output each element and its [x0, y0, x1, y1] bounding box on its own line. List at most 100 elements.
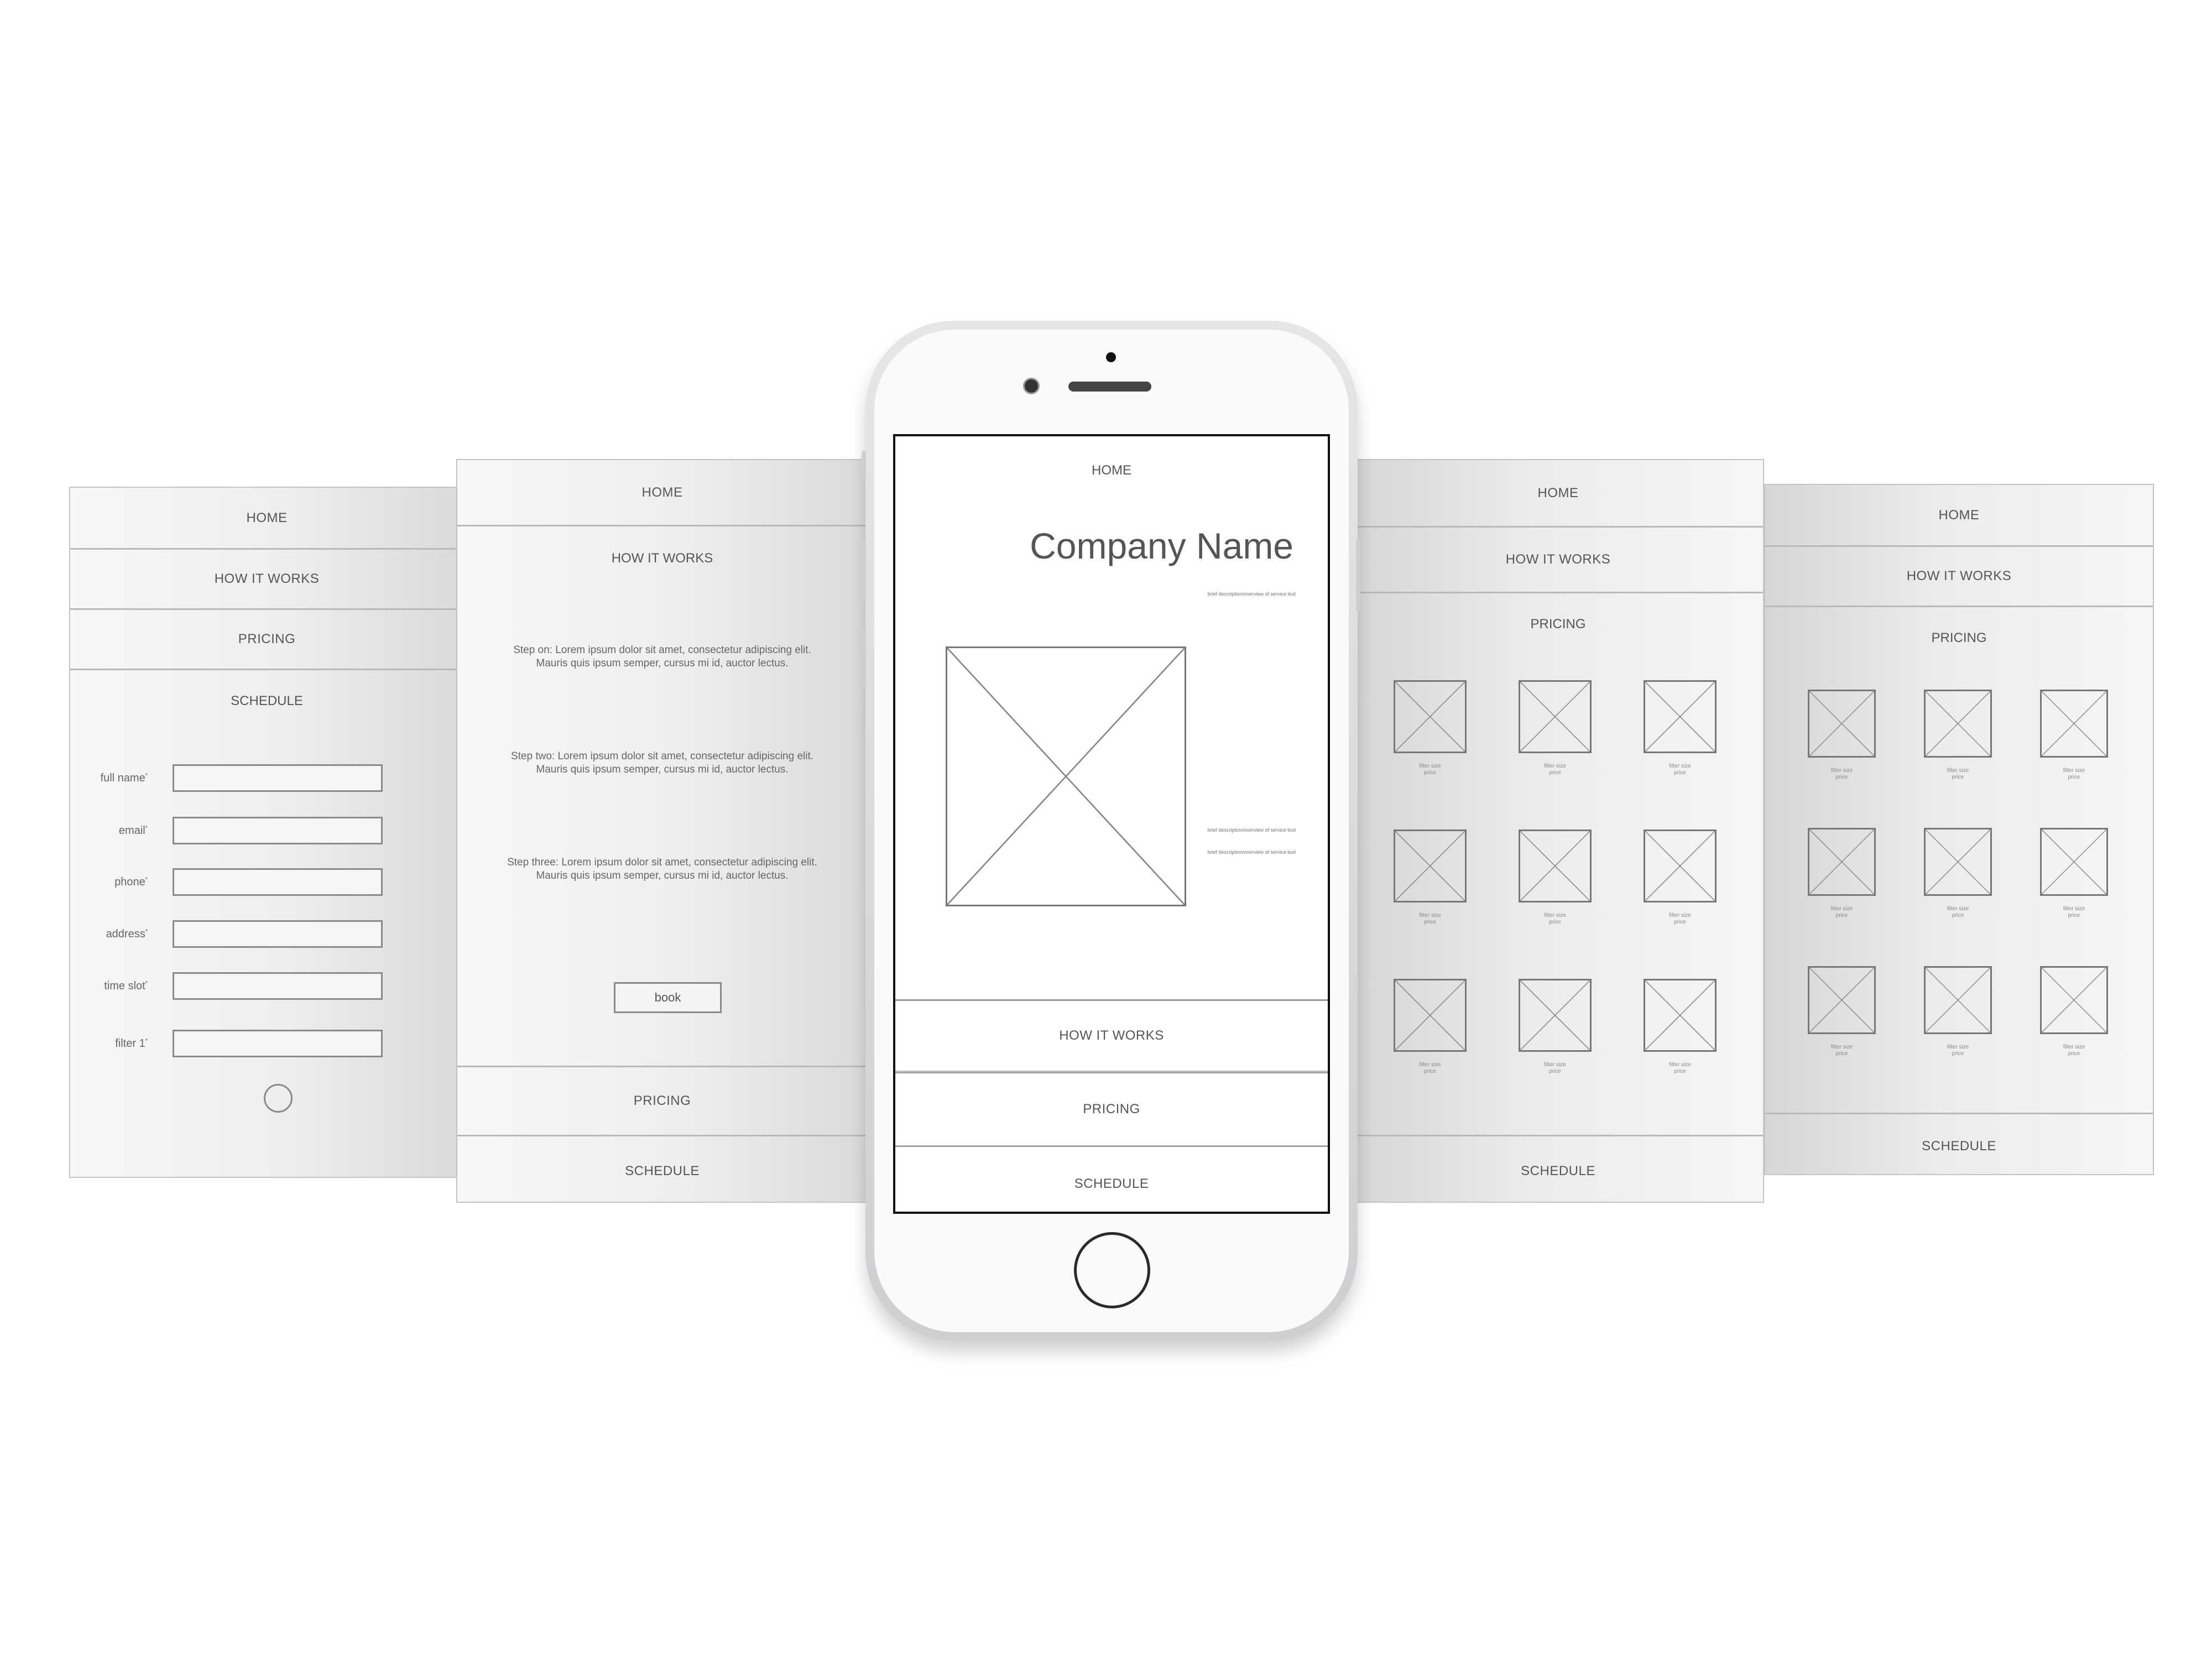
image-placeholder-icon [1395, 980, 1465, 1050]
product-image-placeholder[interactable] [2040, 966, 2108, 1034]
nav-schedule[interactable]: SCHEDULE [1765, 1113, 2153, 1174]
image-placeholder-icon [2042, 691, 2106, 756]
nav-how-it-works[interactable]: HOW IT WORKS [70, 548, 463, 610]
image-placeholder-icon [1395, 682, 1465, 752]
price-label: price [1952, 774, 1964, 780]
product-image-placeholder[interactable] [1644, 680, 1717, 753]
pricing-screen-panel-alt: HOME HOW IT WORKS PRICING SCHEDULE filte… [1764, 484, 2154, 1175]
nav-home[interactable]: HOME [895, 463, 1328, 478]
image-placeholder-icon [1645, 980, 1715, 1050]
product-caption: filter size price [1507, 912, 1603, 926]
time-slot-input[interactable] [173, 972, 383, 1000]
label-address: address* [106, 928, 148, 940]
nav-pricing[interactable]: PRICING [457, 1066, 867, 1136]
product-image-placeholder[interactable] [1394, 979, 1467, 1052]
label-full-name: full name* [100, 772, 148, 784]
filter-size-label: filter size [2063, 906, 2085, 912]
product-caption: filter size price [1797, 768, 1887, 781]
price-label: price [1952, 1051, 1964, 1057]
image-placeholder-icon [1926, 968, 1990, 1032]
image-placeholder-icon [1520, 831, 1590, 901]
product-caption: filter size price [2029, 1044, 2119, 1057]
service-description-text-2: brief description/overview of service te… [1207, 827, 1296, 833]
nav-how-it-works[interactable]: HOW IT WORKS [1765, 545, 2153, 607]
submit-radio-button[interactable] [264, 1084, 293, 1113]
nav-schedule[interactable]: SCHEDULE [457, 1135, 867, 1202]
product-image-placeholder[interactable] [2040, 690, 2108, 758]
nav-home[interactable]: HOME [1353, 460, 1763, 528]
section-title-how-it-works: HOW IT WORKS [611, 551, 713, 566]
label-filter-1: filter 1* [115, 1037, 148, 1050]
book-button[interactable]: book [614, 982, 722, 1013]
product-image-placeholder[interactable] [1808, 690, 1876, 758]
product-image-placeholder[interactable] [1644, 830, 1717, 902]
product-image-placeholder[interactable] [1519, 979, 1592, 1052]
nav-how-it-works[interactable]: HOW IT WORKS [895, 999, 1328, 1072]
section-title-pricing: PRICING [1530, 617, 1586, 632]
nav-schedule[interactable]: SCHEDULE [895, 1146, 1328, 1212]
label-phone: phone* [114, 876, 148, 888]
price-label: price [1549, 919, 1561, 925]
company-name-heading: Company Name [1030, 525, 1293, 566]
filter-size-label: filter size [2063, 1044, 2085, 1050]
filter-size-label: filter size [1419, 1062, 1441, 1068]
phone-input[interactable] [173, 868, 383, 896]
product-caption: filter size price [1913, 1044, 2003, 1057]
product-image-placeholder[interactable] [1924, 828, 1992, 896]
image-placeholder-icon [2042, 968, 2106, 1032]
nav-schedule[interactable]: SCHEDULE [1353, 1135, 1763, 1202]
step-two-text: Step two: Lorem ipsum dolor sit amet, co… [510, 750, 814, 775]
product-image-placeholder[interactable] [1519, 830, 1592, 902]
product-image-placeholder[interactable] [1924, 690, 1992, 758]
image-placeholder-icon [1520, 980, 1590, 1050]
filter-size-label: filter size [1947, 906, 1969, 912]
product-caption: filter size price [1507, 763, 1603, 776]
price-label: price [1835, 1051, 1848, 1057]
phone-power-button [1356, 539, 1360, 611]
filter-size-label: filter size [1419, 912, 1441, 919]
phone-volume-down [862, 628, 866, 688]
product-image-placeholder[interactable] [1808, 828, 1876, 896]
product-image-placeholder[interactable] [2040, 828, 2108, 896]
image-placeholder-icon [1645, 682, 1715, 752]
filter-1-input[interactable] [173, 1030, 383, 1057]
product-caption: filter size price [1383, 912, 1478, 926]
image-placeholder-icon [1809, 968, 1874, 1032]
nav-pricing[interactable]: PRICING [895, 1072, 1328, 1147]
image-placeholder-icon [947, 648, 1185, 905]
image-placeholder-icon [1809, 691, 1874, 756]
product-image-placeholder[interactable] [1924, 966, 1992, 1034]
product-image-placeholder[interactable] [1394, 830, 1467, 902]
product-caption: filter size price [1507, 1062, 1603, 1075]
nav-home[interactable]: HOME [457, 460, 867, 526]
filter-size-label: filter size [1669, 763, 1691, 769]
full-name-input[interactable] [173, 764, 383, 792]
filter-size-label: filter size [1669, 1062, 1691, 1068]
filter-size-label: filter size [1544, 763, 1566, 769]
product-caption: filter size price [1797, 1044, 1887, 1057]
nav-home[interactable]: HOME [70, 488, 463, 550]
filter-size-label: filter size [1544, 1062, 1566, 1068]
price-label: price [1835, 912, 1848, 919]
product-image-placeholder[interactable] [1644, 979, 1717, 1052]
price-label: price [2068, 774, 2080, 780]
product-caption: filter size price [2029, 906, 2119, 919]
label-time-slot: time slot* [104, 980, 148, 992]
email-input[interactable] [173, 817, 383, 844]
phone-side-button [862, 451, 866, 481]
nav-pricing[interactable]: PRICING [70, 608, 463, 670]
nav-home[interactable]: HOME [1765, 485, 2153, 547]
price-label: price [1424, 770, 1436, 776]
filter-size-label: filter size [1544, 912, 1566, 919]
phone-volume-up [862, 539, 866, 600]
nav-how-it-works[interactable]: HOW IT WORKS [1353, 526, 1763, 593]
label-email: email* [118, 825, 148, 837]
filter-size-label: filter size [2063, 768, 2085, 774]
product-image-placeholder[interactable] [1519, 680, 1592, 753]
product-image-placeholder[interactable] [1808, 966, 1876, 1034]
phone-screen: HOME Company Name brief description/over… [893, 434, 1330, 1214]
address-input[interactable] [173, 920, 383, 948]
image-placeholder-icon [2042, 830, 2106, 894]
phone-home-button[interactable] [1074, 1232, 1150, 1308]
product-image-placeholder[interactable] [1394, 680, 1467, 753]
